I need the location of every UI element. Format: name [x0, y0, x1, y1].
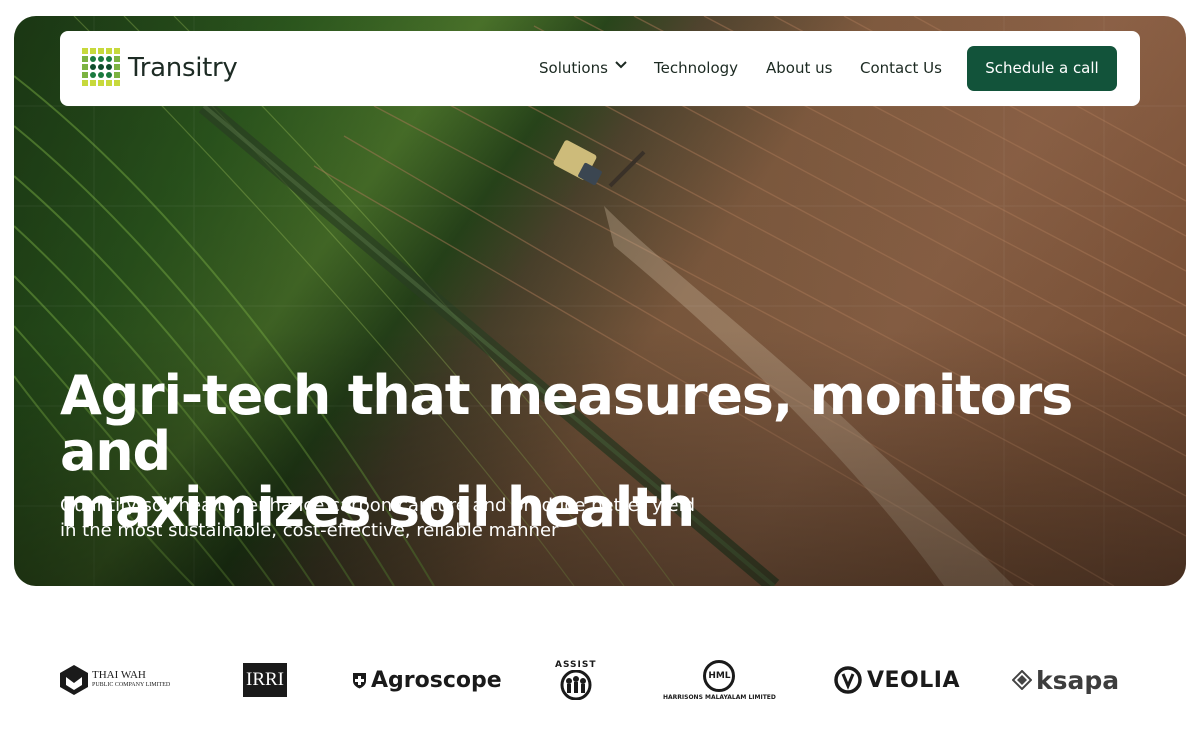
- partner-logo-veolia: VEOLIA: [834, 640, 960, 720]
- top-navigation-bar: Transitry Solutions Technology About us …: [60, 31, 1140, 106]
- assist-wordmark: ASSIST: [555, 660, 597, 670]
- ksapa-wordmark: ksapa: [1036, 665, 1120, 695]
- subheadline-line-1: Quantify soil health, enhance carbon cap…: [60, 495, 696, 516]
- nav-item-solutions[interactable]: Solutions: [539, 59, 608, 77]
- hero-banner: Transitry Solutions Technology About us …: [14, 16, 1186, 586]
- thai-wah-emblem-icon: [60, 665, 88, 695]
- agroscope-wordmark: Agroscope: [371, 667, 502, 693]
- schedule-call-button[interactable]: Schedule a call: [967, 46, 1117, 91]
- partner-logo-assist: ASSIST: [555, 640, 597, 720]
- chevron-down-icon[interactable]: [614, 58, 628, 72]
- partner-logo-harrisons: HML HARRISONS MALAYALAM LIMITED: [663, 640, 776, 720]
- thai-wah-name: THAI WAH: [92, 669, 146, 681]
- hero-subheadline: Quantify soil health, enhance carbon cap…: [60, 493, 700, 543]
- people-circle-icon: [560, 670, 592, 700]
- nav-item-about-us[interactable]: About us: [766, 59, 832, 77]
- hml-emblem-icon: HML: [703, 659, 736, 692]
- nav-item-contact-us[interactable]: Contact Us: [860, 59, 942, 77]
- irri-wordmark: IRRI: [243, 663, 287, 697]
- nav-item-technology[interactable]: Technology: [654, 59, 738, 77]
- veolia-wordmark: VEOLIA: [867, 667, 960, 693]
- brand-name[interactable]: Transitry: [128, 53, 238, 83]
- headline-line-1: Agri-tech that measures, monitors and: [60, 364, 1073, 483]
- subheadline-line-2: in the most sustainable, cost-effective,…: [60, 520, 559, 541]
- partner-logo-thai-wah: THAI WAH PUBLIC COMPANY LIMITED: [60, 640, 170, 720]
- partner-logo-ksapa: ksapa: [1012, 640, 1119, 720]
- harrisons-wordmark: HARRISONS MALAYALAM LIMITED: [663, 693, 776, 701]
- partner-logos-strip: THAI WAH PUBLIC COMPANY LIMITED IRRI Agr…: [0, 640, 1200, 720]
- partner-logo-agroscope: Agroscope: [352, 640, 502, 720]
- partner-logo-irri: IRRI: [243, 640, 287, 720]
- veolia-emblem-icon: [834, 666, 862, 694]
- ksapa-leaf-icon: [1012, 670, 1032, 690]
- dot-grid-logo-icon[interactable]: [82, 48, 122, 88]
- swiss-shield-icon: [353, 672, 366, 688]
- thai-wah-subtitle: PUBLIC COMPANY LIMITED: [92, 682, 171, 688]
